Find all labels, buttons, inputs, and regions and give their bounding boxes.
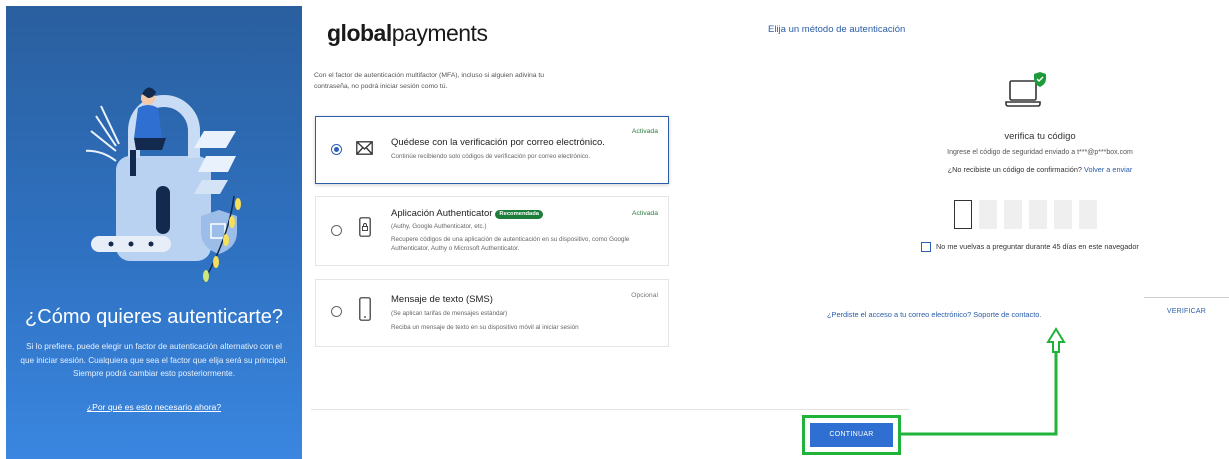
support-contact-link[interactable]: ¿Perdiste el acceso a tu correo electrón… [827, 310, 1041, 319]
verify-button[interactable]: VERIFICAR [1144, 302, 1229, 322]
phone-lock-icon [359, 217, 371, 237]
authenticator-radio[interactable] [331, 225, 342, 236]
code-digit-4[interactable] [1029, 200, 1047, 229]
email-option-status: Activada [631, 128, 658, 135]
option-email[interactable]: Quédese con la verificación por correo e… [315, 116, 669, 184]
verify-info: Ingrese el código de seguridad enviado a… [947, 149, 1133, 156]
code-digit-1[interactable] [954, 200, 972, 229]
sms-option-status: Opcional [631, 292, 658, 299]
continue-highlight-box [802, 415, 901, 455]
code-digit-5[interactable] [1054, 200, 1072, 229]
footer-divider [311, 409, 910, 410]
left-title: ¿Cómo quieres autenticarte? [25, 306, 283, 328]
sms-option-subtitle: (Se aplican tarifas de mensajes estándar… [391, 310, 508, 317]
sms-option-description: Reciba un mensaje de texto en su disposi… [391, 324, 579, 331]
choose-auth-method-link[interactable]: Elija un método de autenticación [768, 24, 905, 35]
authenticator-option-title: Aplicación Authenticator Recomendada [391, 208, 544, 219]
envelope-icon [356, 141, 373, 155]
email-option-subtitle: Continúe recibiendo solo códigos de veri… [391, 153, 591, 160]
resend-row: ¿No recibiste un código de confirmación?… [905, 165, 1175, 174]
remember-label: No me vuelvas a preguntar durante 45 día… [936, 242, 1139, 251]
authenticator-option-description: Recupere códigos de una aplicación de au… [391, 236, 630, 252]
security-illustration [86, 87, 241, 282]
resend-question: ¿No recibiste un código de confirmación? [947, 165, 1082, 174]
left-description: Si lo prefiere, puede elegir un factor d… [20, 342, 288, 378]
remember-checkbox[interactable] [921, 242, 931, 252]
laptop-shield-icon [1005, 72, 1046, 107]
authenticator-title-text: Aplicación Authenticator [391, 208, 493, 219]
option-authenticator-app[interactable]: Aplicación Authenticator Recomendada (Aut… [315, 196, 669, 266]
verify-title: verifica tu código [1004, 131, 1076, 142]
mobile-phone-icon [359, 297, 371, 321]
recommended-badge: Recomendada [495, 209, 544, 219]
mfa-intro: Con el factor de autenticación multifact… [314, 72, 545, 90]
code-digit-6[interactable] [1079, 200, 1097, 229]
logo-light: payments [391, 20, 488, 46]
code-digit-3[interactable] [1004, 200, 1022, 229]
authenticator-option-subtitle: (Authy, Google Authenticator, etc.) [391, 223, 487, 230]
authenticator-option-status: Activada [631, 210, 658, 217]
why-necessary-link[interactable]: ¿Por qué es esto necesario ahora? [6, 402, 302, 412]
page: ¿Cómo quieres autenticarte? Si lo prefie… [0, 0, 1229, 459]
resend-link[interactable]: Volver a enviar [1084, 165, 1132, 174]
sms-option-title: Mensaje de texto (SMS) [391, 294, 493, 305]
sms-radio[interactable] [331, 306, 342, 317]
email-radio[interactable] [331, 144, 342, 155]
left-info-panel: ¿Cómo quieres autenticarte? Si lo prefie… [6, 6, 302, 459]
logo-bold: global [327, 20, 392, 46]
option-sms[interactable]: Mensaje de texto (SMS) (Se aplican tarif… [315, 279, 669, 347]
code-digit-2[interactable] [979, 200, 997, 229]
email-option-title: Quédese con la verificación por correo e… [391, 137, 605, 148]
verify-button-separator [1144, 297, 1229, 298]
globalpayments-logo: globalpayments [327, 20, 488, 47]
